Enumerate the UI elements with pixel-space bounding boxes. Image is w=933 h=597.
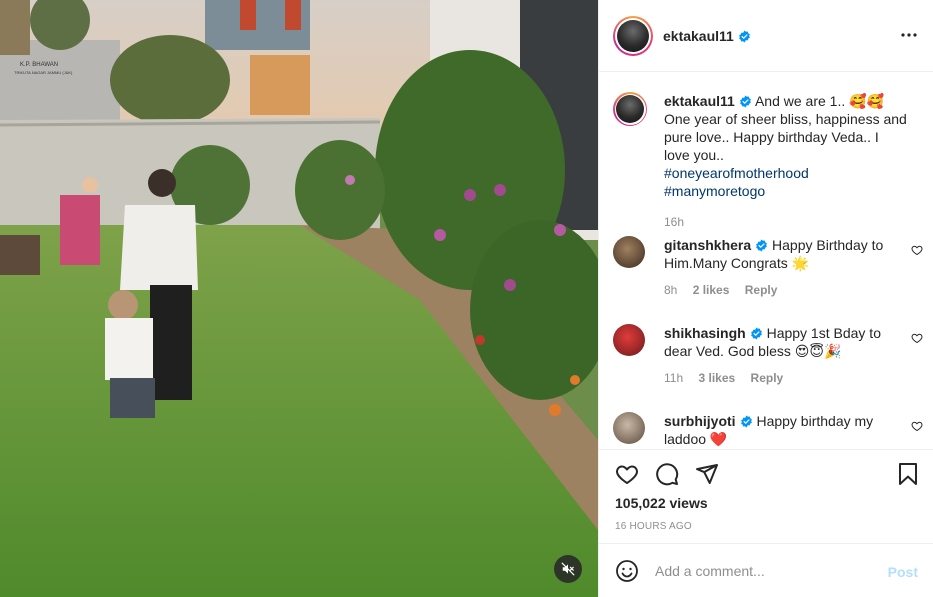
post-header: ektakaul11	[599, 0, 933, 72]
heart-icon[interactable]	[615, 462, 639, 486]
commenter-username[interactable]: surbhijyoti	[664, 413, 753, 429]
hashtag-link[interactable]: #oneyearofmotherhood	[664, 164, 907, 182]
caption-username-text[interactable]: ektakaul11	[664, 93, 735, 109]
paper-plane-icon[interactable]	[695, 462, 719, 486]
sign-line-1: K.P. BHAWAN	[20, 62, 58, 68]
commenter-username-text[interactable]: surbhijyoti	[664, 413, 736, 429]
garden-scene-image: K.P. BHAWAN TRIKUTA NAGAR JAMMU (J&K)	[0, 0, 598, 597]
hashtag-link[interactable]: #manymoretogo	[664, 182, 907, 200]
caption-avatar[interactable]	[613, 92, 647, 126]
post-side-panel: ektakaul11 ektakaul11 And we are 1.. 🥰🥰O…	[598, 0, 933, 597]
more-options-icon[interactable]	[900, 28, 918, 42]
post-timestamp[interactable]: 16 HOURS AGO	[615, 521, 692, 532]
verified-badge-icon	[738, 30, 750, 42]
author-avatar[interactable]	[613, 15, 653, 56]
mute-button[interactable]	[554, 555, 582, 583]
comment-time[interactable]: 11h	[664, 371, 683, 385]
commenter-avatar[interactable]	[613, 412, 645, 444]
verified-badge-icon	[750, 327, 762, 340]
verified-badge-icon	[739, 95, 751, 108]
post-video[interactable]: K.P. BHAWAN TRIKUTA NAGAR JAMMU (J&K)	[0, 0, 598, 597]
view-count[interactable]: 105,022 views	[615, 495, 708, 511]
comment-input[interactable]	[655, 562, 875, 579]
emoji-icon[interactable]	[615, 559, 639, 583]
comment-item: shikhasingh Happy 1st Bday to dear Ved. …	[613, 324, 923, 385]
comment-item: gitanshkhera Happy Birthday to Him.Many …	[613, 236, 923, 297]
bookmark-icon[interactable]	[896, 462, 920, 486]
caption-time[interactable]: 16h	[664, 215, 684, 229]
comment-time[interactable]: 8h	[664, 283, 677, 297]
reply-button[interactable]: Reply	[745, 283, 778, 297]
commenter-username-text[interactable]: gitanshkhera	[664, 237, 751, 253]
reply-button[interactable]: Reply	[751, 371, 784, 385]
post-caption: ektakaul11 And we are 1.. 🥰🥰One year of …	[613, 92, 923, 229]
audio-muted-icon	[561, 562, 575, 576]
verified-badge-icon	[740, 415, 752, 428]
post-actions: 105,022 views 16 HOURS AGO	[599, 449, 933, 543]
commenter-username-text[interactable]: shikhasingh	[664, 325, 746, 341]
verified-badge-icon	[756, 239, 768, 252]
sign-line-2: TRIKUTA NAGAR JAMMU (J&K)	[14, 70, 73, 75]
comment-like-icon[interactable]	[911, 244, 923, 256]
author-username-text[interactable]: ektakaul11	[663, 28, 734, 44]
commenter-username[interactable]: gitanshkhera	[664, 237, 768, 253]
comment-likes[interactable]: 2 likes	[693, 283, 730, 297]
comment-like-icon[interactable]	[911, 420, 923, 432]
comment-item: surbhijyoti Happy birthday my laddoo ❤️	[613, 412, 923, 448]
commenter-username[interactable]: shikhasingh	[664, 325, 763, 341]
add-comment-bar: Post	[599, 543, 933, 597]
post-button[interactable]: Post	[888, 564, 918, 580]
comment-icon[interactable]	[655, 462, 679, 486]
comment-like-icon[interactable]	[911, 332, 923, 344]
commenter-avatar[interactable]	[613, 324, 645, 356]
caption-username[interactable]: ektakaul11	[664, 93, 752, 109]
comments-list[interactable]: ektakaul11 And we are 1.. 🥰🥰One year of …	[599, 73, 933, 449]
author-username[interactable]: ektakaul11	[663, 28, 751, 44]
comment-likes[interactable]: 3 likes	[698, 371, 735, 385]
commenter-avatar[interactable]	[613, 236, 645, 268]
